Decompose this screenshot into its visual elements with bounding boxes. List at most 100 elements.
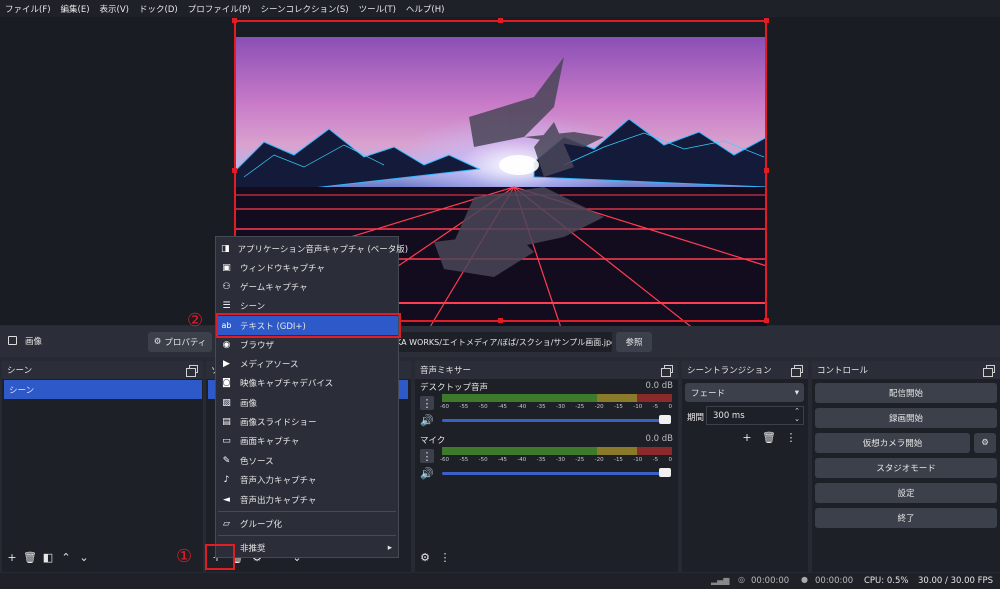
studio-mode-button[interactable]: スタジオモード <box>815 458 997 478</box>
menu-help[interactable]: ヘルプ(H) <box>401 3 450 15</box>
menu-separator <box>218 511 396 512</box>
kebab-icon[interactable]: ⋮ <box>420 396 434 410</box>
folder-icon: ▱ <box>223 518 230 529</box>
menu-item-label: ウィンドウキャプチャ <box>240 263 325 274</box>
gear-icon[interactable]: ⚙ <box>418 550 432 564</box>
resize-handle[interactable] <box>764 18 769 23</box>
volume-slider-handle[interactable] <box>659 468 671 477</box>
channel-mic-name: マイク <box>420 436 446 446</box>
virtual-camera-settings-button[interactable]: ⚙ <box>974 433 996 453</box>
mic-icon: ♪ <box>223 474 230 485</box>
file-path-field[interactable]: KA WORKS/エイトメディア/ぼば/スクショ/サンプル画面.jpeg <box>396 332 612 352</box>
preview-area[interactable] <box>0 17 1000 337</box>
resize-handle[interactable] <box>764 318 769 323</box>
browse-button[interactable]: 参照 <box>616 332 652 352</box>
undock-icon[interactable] <box>661 365 673 377</box>
channel-desktop-volume-slider[interactable] <box>442 419 667 422</box>
menu-item-audio-output-capture[interactable]: ◄ 音声出力キャプチャ <box>216 490 398 509</box>
mixer-title: 音声ミキサー <box>420 366 472 376</box>
add-icon[interactable]: + <box>740 430 754 444</box>
transition-select[interactable]: フェード ▾ <box>685 383 804 402</box>
start-recording-button[interactable]: 録画開始 <box>815 408 997 428</box>
menu-edit[interactable]: 編集(E) <box>56 3 95 15</box>
menu-tools[interactable]: ツール(T) <box>354 3 401 15</box>
speaker-icon[interactable]: 🔊 <box>420 466 434 480</box>
scenes-title: シーン <box>7 366 33 376</box>
menu-item-label: 画像 <box>240 398 258 409</box>
menu-item-display-capture[interactable]: ▭ 画面キャプチャ <box>216 431 398 450</box>
add-icon[interactable]: + <box>5 550 19 564</box>
menu-file[interactable]: ファイル(F) <box>0 3 56 15</box>
transitions-toolbar: + 🗑 ⋮ <box>740 430 798 444</box>
menu-item-media-source[interactable]: ▶ メディアソース <box>216 354 398 373</box>
menu-item-label: ゲームキャプチャ <box>240 282 308 293</box>
camera-icon: ◙ <box>222 377 231 388</box>
resize-handle[interactable] <box>498 18 503 23</box>
menu-item-video-capture-device[interactable]: ◙ 映像キャプチャデバイス <box>216 373 398 392</box>
trash-icon[interactable]: 🗑 <box>23 550 37 564</box>
gear-icon: ⚙ <box>981 438 989 448</box>
duration-label: 期間 <box>687 413 705 423</box>
gear-icon: ⚙ <box>153 337 162 347</box>
chevron-right-icon: ▸ <box>387 542 392 553</box>
menu-separator <box>218 535 396 536</box>
channel-mic-volume-slider[interactable] <box>442 472 667 475</box>
app-audio-icon: ◨ <box>221 243 230 254</box>
monitor-icon: ▭ <box>222 435 231 446</box>
transitions-title: シーントランジション <box>687 366 772 376</box>
undock-icon[interactable] <box>983 365 995 377</box>
menu-item-label: 画面キャプチャ <box>240 436 300 447</box>
menu-item-app-audio-capture[interactable]: ◨ アプリケーション音声キャプチャ (ベータ版) <box>216 239 408 258</box>
stream-time: 00:00:00 <box>751 576 790 586</box>
transitions-dock-title: シーントランジション <box>682 361 808 379</box>
resize-handle[interactable] <box>232 18 237 23</box>
scenes-dock: シーン シーン + 🗑 ◧ ⌃ ⌄ <box>2 361 203 572</box>
trash-icon[interactable]: 🗑 <box>762 430 776 444</box>
menu-item-window-capture[interactable]: ▣ ウィンドウキャプチャ <box>216 258 398 277</box>
channel-mic-ticks: -60 -55 -50 -45 -40 -35 -30 -25 -20 -15 -10 -5 0 <box>440 457 672 463</box>
record-time: 00:00:00 <box>815 576 854 586</box>
menu-item-color-source[interactable]: ✎ 色ソース <box>216 451 398 470</box>
menu-item-game-capture[interactable]: ⚇ ゲームキャプチャ <box>216 277 398 296</box>
resize-handle[interactable] <box>764 168 769 173</box>
start-streaming-button[interactable]: 配信開始 <box>815 383 997 403</box>
controls-title: コントロール <box>817 366 869 376</box>
start-streaming-label: 配信開始 <box>888 389 923 399</box>
menu-scene-collection[interactable]: シーンコレクション(S) <box>255 3 353 15</box>
scene-list-item[interactable]: シーン <box>4 380 202 399</box>
menu-item-group[interactable]: ▱ グループ化 <box>216 514 398 533</box>
move-up-icon[interactable]: ⌃ <box>59 550 73 564</box>
move-down-icon[interactable]: ⌄ <box>77 550 91 564</box>
speaker-icon[interactable]: 🔊 <box>420 413 434 427</box>
kebab-icon[interactable]: ⋮ <box>438 550 452 564</box>
channel-desktop-meter <box>442 394 672 402</box>
kebab-icon[interactable]: ⋮ <box>420 449 434 463</box>
start-virtual-camera-button[interactable]: 仮想カメラ開始 <box>815 433 970 453</box>
undock-icon[interactable] <box>186 365 198 377</box>
menu-item-image[interactable]: ▨ 画像 <box>216 393 398 412</box>
settings-button[interactable]: 設定 <box>815 483 997 503</box>
menu-view[interactable]: 表示(V) <box>95 3 134 15</box>
menu-dock[interactable]: ドック(D) <box>134 3 183 15</box>
filter-icon[interactable]: ◧ <box>41 550 55 564</box>
resize-handle[interactable] <box>498 318 503 323</box>
highlight-add-button-box <box>205 544 235 570</box>
undock-icon[interactable] <box>791 365 803 377</box>
file-path-text: KA WORKS/エイトメディア/ぼば/スクショ/サンプル画面.jpeg <box>396 337 612 347</box>
spin-arrows-icon[interactable]: ⌃ ⌄ <box>794 407 800 423</box>
status-bar: ▂▄▆ ◎ 00:00:00 ● 00:00:00 CPU: 0.5% 30.0… <box>0 573 1000 589</box>
scene-transitions-dock: シーントランジション フェード ▾ 期間 300 ms ⌃ ⌄ + 🗑 ⋮ <box>682 361 808 572</box>
duration-spinbox[interactable]: 300 ms ⌃ ⌄ <box>706 406 804 425</box>
kebab-icon[interactable]: ⋮ <box>784 430 798 444</box>
properties-button[interactable]: ⚙ プロパティ <box>148 332 212 352</box>
list-icon: ☰ <box>222 300 231 311</box>
exit-button[interactable]: 終了 <box>815 508 997 528</box>
resize-handle[interactable] <box>232 168 237 173</box>
menu-item-image-slideshow[interactable]: ▤ 画像スライドショー <box>216 412 398 431</box>
menu-item-deprecated[interactable]: 非推奨 ▸ <box>216 538 398 557</box>
play-icon: ▶ <box>223 358 230 369</box>
exit-label: 終了 <box>897 514 915 524</box>
menu-profile[interactable]: プロファイル(P) <box>183 3 256 15</box>
volume-slider-handle[interactable] <box>659 415 671 424</box>
menu-item-audio-input-capture[interactable]: ♪ 音声入力キャプチャ <box>216 470 398 489</box>
